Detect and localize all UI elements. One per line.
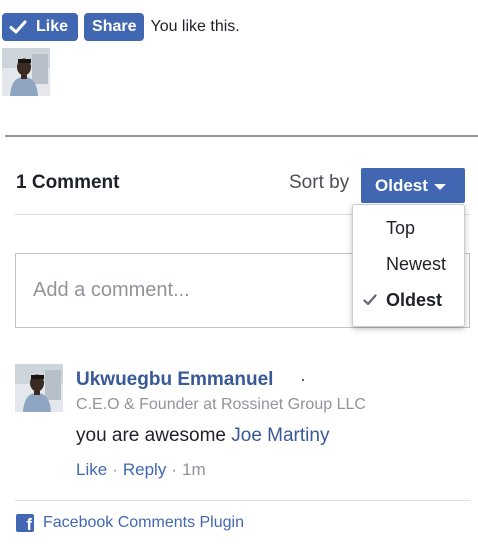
section-divider [5, 135, 478, 137]
sort-option-label: Top [386, 217, 416, 238]
like-button[interactable]: Like [2, 13, 79, 41]
author-separator: · [300, 369, 306, 389]
current-user-avatar[interactable] [2, 48, 50, 96]
sort-option-top[interactable]: Top [353, 210, 464, 246]
footer-divider [15, 500, 470, 501]
comment-mention-link[interactable]: Joe Martiny [231, 425, 329, 446]
share-button-label: Share [92, 18, 137, 35]
comment-text: you are awesome Joe Martiny [76, 425, 329, 447]
sort-option-oldest[interactable]: Oldest [353, 282, 464, 318]
comments-count: 1 Comment [16, 172, 120, 193]
facebook-icon: f [16, 514, 34, 532]
check-icon [9, 20, 27, 34]
caret-down-icon [433, 183, 446, 190]
comment-actions: Like · Reply · 1m [76, 460, 206, 480]
sort-select[interactable]: Oldest [361, 168, 465, 203]
sort-option-label: Oldest [386, 289, 443, 310]
like-share-bar: Like Share You like this. [2, 13, 240, 41]
sort-by-label: Sort by [289, 172, 350, 193]
sort-dropdown-menu: Top Newest Oldest [352, 204, 465, 327]
plugin-footer[interactable]: f Facebook Comments Plugin [16, 514, 244, 532]
sort-option-label: Newest [386, 253, 447, 274]
action-separator: · [171, 460, 177, 479]
comment-author-title: C.E.O & Founder at Rossinet Group LLC [76, 396, 366, 413]
comment-like-link[interactable]: Like [76, 460, 107, 480]
sort-selected-value: Oldest [375, 175, 428, 195]
action-separator: · [112, 460, 118, 479]
comment-timestamp[interactable]: 1m [182, 460, 206, 480]
sort-option-newest[interactable]: Newest [353, 246, 464, 282]
comment-author-avatar[interactable] [15, 364, 63, 412]
comment-body: you are awesome [76, 425, 226, 446]
check-icon [363, 294, 377, 306]
like-button-label: Like [36, 18, 69, 35]
plugin-footer-label: Facebook Comments Plugin [43, 514, 244, 531]
comment-reply-link[interactable]: Reply [123, 460, 166, 480]
like-status-text: You like this. [150, 18, 240, 35]
share-button[interactable]: Share [84, 13, 145, 41]
comment-author-name[interactable]: Ukwuegbu Emmanuel [76, 369, 273, 391]
